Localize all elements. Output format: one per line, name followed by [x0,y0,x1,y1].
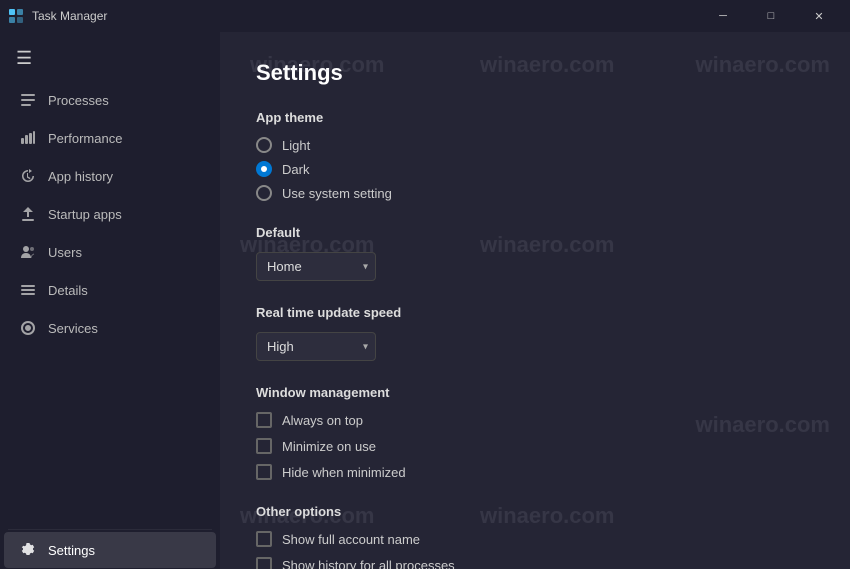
checkbox-always-on-top[interactable]: Always on top [256,412,814,428]
checkbox-label-always-on-top: Always on top [282,413,363,428]
checkbox-box-full-account-name [256,531,272,547]
titlebar-controls: ─ □ ✕ [700,0,842,32]
radio-light-label: Light [282,138,310,153]
sidebar-item-performance[interactable]: Performance [4,120,216,156]
processes-icon [20,92,36,108]
main-container: ☰ Processes Performance [0,32,850,569]
app-icon [8,8,24,24]
checkbox-label-minimize-on-use: Minimize on use [282,439,376,454]
titlebar: Task Manager ─ □ ✕ [0,0,850,32]
close-button[interactable]: ✕ [796,0,842,32]
default-section: Default Home Processes Performance App h… [256,225,814,281]
checkbox-history-all-processes[interactable]: Show history for all processes [256,557,814,569]
sidebar-label-details: Details [48,283,88,298]
startup-icon [20,206,36,222]
sidebar-item-processes[interactable]: Processes [4,82,216,118]
other-options-checkboxes: Show full account name Show history for … [256,531,814,569]
checkbox-label-history-all-processes: Show history for all processes [282,558,455,569]
window-management-label: Window management [256,385,814,400]
users-icon [20,244,36,260]
sidebar-label-services: Services [48,321,98,336]
titlebar-title: Task Manager [32,9,107,23]
radio-dark-label: Dark [282,162,309,177]
sidebar-label-processes: Processes [48,93,109,108]
sidebar-bottom: Settings [0,527,220,569]
sidebar-item-users[interactable]: Users [4,234,216,270]
checkbox-full-account-name[interactable]: Show full account name [256,531,814,547]
sidebar-label-startup-apps: Startup apps [48,207,122,222]
minimize-button[interactable]: ─ [700,0,746,32]
sidebar-label-app-history: App history [48,169,113,184]
app-theme-radio-group: Light Dark Use system setting [256,137,814,201]
sidebar-item-app-history[interactable]: App history [4,158,216,194]
radio-dark[interactable]: Dark [256,161,814,177]
default-dropdown-container: Home Processes Performance App history ▾ [256,252,376,281]
radio-circle-light [256,137,272,153]
window-management-section: Window management Always on top Minimize… [256,385,814,480]
realtime-dropdown-container: High Medium Low Paused ▾ [256,332,376,361]
checkbox-label-full-account-name: Show full account name [282,532,420,547]
window-management-checkboxes: Always on top Minimize on use Hide when … [256,412,814,480]
sidebar-label-settings: Settings [48,543,95,558]
sidebar-divider [8,529,212,530]
services-icon [20,320,36,336]
realtime-section: Real time update speed High Medium Low P… [256,305,814,361]
realtime-dropdown[interactable]: High Medium Low Paused [256,332,376,361]
checkbox-box-minimize-on-use [256,438,272,454]
checkbox-box-history-all-processes [256,557,272,569]
sidebar-label-performance: Performance [48,131,122,146]
details-icon [20,282,36,298]
app-theme-label: App theme [256,110,814,125]
app-history-icon [20,168,36,184]
checkbox-minimize-on-use[interactable]: Minimize on use [256,438,814,454]
sidebar-item-startup-apps[interactable]: Startup apps [4,196,216,232]
sidebar-item-services[interactable]: Services [4,310,216,346]
page-title: Settings [256,60,814,86]
default-label: Default [256,225,814,240]
sidebar-item-settings[interactable]: Settings [4,532,216,568]
titlebar-left: Task Manager [8,8,107,24]
other-options-label: Other options [256,504,814,519]
content-area: winaero.com winaero.com winaero.com wina… [220,32,850,569]
sidebar: ☰ Processes Performance [0,32,220,569]
checkbox-hide-when-minimized[interactable]: Hide when minimized [256,464,814,480]
checkbox-box-always-on-top [256,412,272,428]
sidebar-item-details[interactable]: Details [4,272,216,308]
sidebar-label-users: Users [48,245,82,260]
radio-circle-system [256,185,272,201]
other-options-section: Other options Show full account name Sho… [256,504,814,569]
app-theme-section: App theme Light Dark Use system setting [256,110,814,201]
default-dropdown[interactable]: Home Processes Performance App history [256,252,376,281]
realtime-label: Real time update speed [256,305,814,320]
radio-system-label: Use system setting [282,186,392,201]
checkbox-label-hide-when-minimized: Hide when minimized [282,465,406,480]
radio-circle-dark [256,161,272,177]
hamburger-icon[interactable]: ☰ [0,40,220,81]
radio-light[interactable]: Light [256,137,814,153]
maximize-button[interactable]: □ [748,0,794,32]
radio-system[interactable]: Use system setting [256,185,814,201]
settings-icon [20,542,36,558]
checkbox-box-hide-when-minimized [256,464,272,480]
performance-icon [20,130,36,146]
